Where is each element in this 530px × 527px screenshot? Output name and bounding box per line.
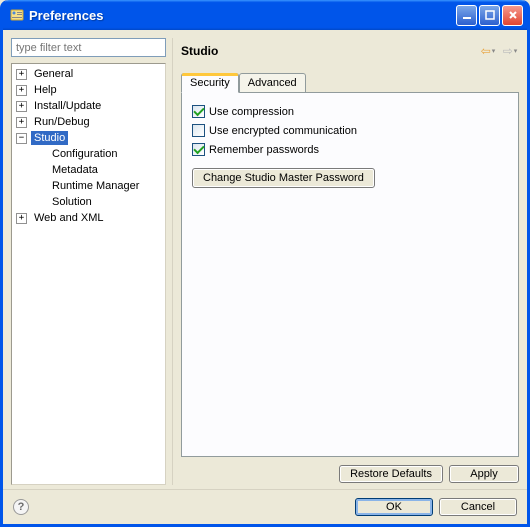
- tab-panel-security: Use compression Use encrypted communicat…: [181, 92, 519, 457]
- checkbox-label[interactable]: Remember passwords: [209, 144, 319, 156]
- tree-item-runtime-manager[interactable]: Runtime Manager: [12, 178, 165, 194]
- page-title: Studio: [181, 44, 479, 58]
- history-back-button[interactable]: ⇦▾: [479, 42, 497, 60]
- minimize-button[interactable]: [456, 5, 477, 26]
- expand-icon[interactable]: +: [16, 213, 27, 224]
- help-icon[interactable]: ?: [13, 499, 29, 515]
- tree-item-studio[interactable]: − Studio: [12, 130, 165, 146]
- titlebar[interactable]: Preferences: [3, 0, 527, 30]
- tree-item-install-update[interactable]: + Install/Update: [12, 98, 165, 114]
- tree-item-configuration[interactable]: Configuration: [12, 146, 165, 162]
- expand-icon[interactable]: +: [16, 117, 27, 128]
- apply-button[interactable]: Apply: [449, 465, 519, 483]
- tab-advanced[interactable]: Advanced: [239, 73, 306, 92]
- preferences-tree[interactable]: + General + Help + Install/Update + Run/…: [11, 63, 166, 485]
- expand-icon[interactable]: +: [16, 85, 27, 96]
- tab-label: Security: [190, 77, 230, 89]
- use-compression-checkbox[interactable]: [192, 105, 205, 118]
- tab-label: Advanced: [248, 77, 297, 89]
- change-master-password-button[interactable]: Change Studio Master Password: [192, 168, 375, 188]
- tree-item-general[interactable]: + General: [12, 66, 165, 82]
- tabstrip: Security Advanced: [181, 70, 519, 92]
- checkbox-label[interactable]: Use encrypted communication: [209, 125, 357, 137]
- collapse-icon[interactable]: −: [16, 133, 27, 144]
- expand-icon[interactable]: +: [16, 101, 27, 112]
- use-encrypted-checkbox[interactable]: [192, 124, 205, 137]
- preferences-window: Preferences + General: [0, 0, 530, 527]
- history-forward-button: ⇨▾: [501, 42, 519, 60]
- filter-input[interactable]: [11, 38, 166, 57]
- window-title: Preferences: [29, 8, 456, 23]
- tab-security[interactable]: Security: [181, 73, 239, 93]
- tree-item-metadata[interactable]: Metadata: [12, 162, 165, 178]
- tree-item-solution[interactable]: Solution: [12, 194, 165, 210]
- expand-icon[interactable]: +: [16, 69, 27, 80]
- restore-defaults-button[interactable]: Restore Defaults: [339, 465, 443, 483]
- tree-item-help[interactable]: + Help: [12, 82, 165, 98]
- ok-button[interactable]: OK: [355, 498, 433, 516]
- cancel-button[interactable]: Cancel: [439, 498, 517, 516]
- tree-item-run-debug[interactable]: + Run/Debug: [12, 114, 165, 130]
- tree-item-web-xml[interactable]: + Web and XML: [12, 210, 165, 226]
- remember-passwords-checkbox[interactable]: [192, 143, 205, 156]
- checkbox-label[interactable]: Use compression: [209, 106, 294, 118]
- maximize-button[interactable]: [479, 5, 500, 26]
- close-button[interactable]: [502, 5, 523, 26]
- app-icon: [9, 7, 25, 23]
